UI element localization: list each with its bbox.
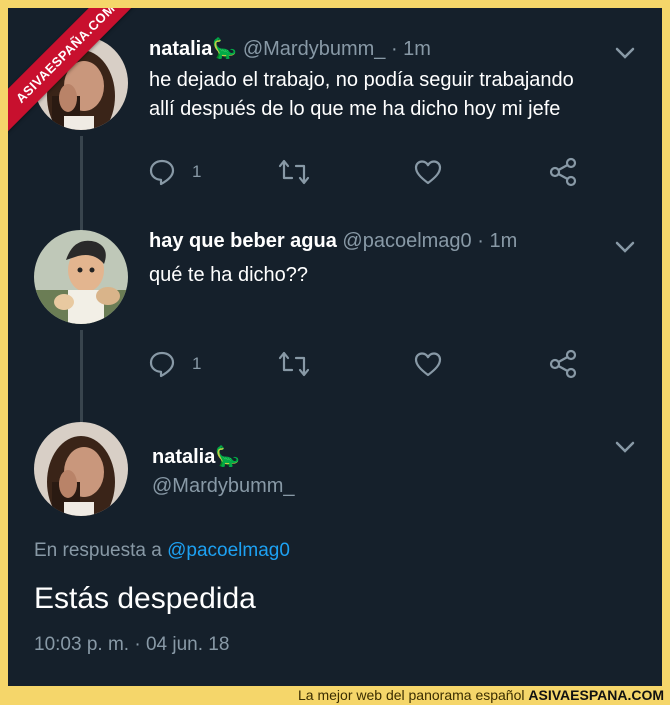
tweet-time[interactable]: · 1m: [391, 38, 431, 60]
tweet-header: hay que beber agua @pacoelmag0 · 1m: [149, 230, 517, 253]
reply-button[interactable]: 1: [148, 157, 201, 187]
thread-connector: [80, 330, 83, 426]
reply-count: 1: [192, 354, 202, 373]
footer-watermark: La mejor web del panorama español ASIVAE…: [298, 687, 664, 703]
tweet-text: qué te ha dicho??: [149, 261, 308, 290]
share-icon: [549, 157, 577, 187]
retweet-icon: [278, 351, 310, 377]
heart-icon: [414, 160, 442, 185]
like-button[interactable]: [413, 349, 443, 379]
display-name[interactable]: hay que beber agua: [149, 230, 337, 252]
share-button[interactable]: [548, 157, 578, 187]
reply-prefix: En respuesta a: [34, 540, 162, 561]
user-handle[interactable]: @Mardybumm_: [243, 38, 386, 60]
tweet-text-line: qué te ha dicho??: [149, 264, 309, 286]
focus-tweet-text: Estás despedida: [34, 582, 256, 615]
reply-count: 1: [192, 162, 202, 181]
avatar-hay-que-beber-agua[interactable]: [34, 230, 128, 324]
dinosaur-emoji-icon: 🦕: [215, 446, 241, 468]
footer-tagline: La mejor web del panorama español: [298, 687, 525, 703]
reply-icon: [149, 351, 175, 378]
user-handle[interactable]: @pacoelmag0: [342, 230, 471, 252]
tweet-text-line: he dejado el trabajo, no podía seguir tr…: [149, 69, 574, 91]
footer-brand: ASIVAESPANA.COM: [528, 687, 664, 703]
thread-connector: [80, 136, 83, 236]
focus-display-name[interactable]: natalia🦕: [152, 444, 240, 469]
tweet-thread-screenshot: natalia🦕 @Mardybumm_ · 1m he dejado el t…: [8, 8, 662, 686]
tweet-actions: 1: [148, 157, 588, 187]
tweet-text-line: allí después de lo que me ha dicho hoy m…: [149, 98, 561, 120]
share-icon: [549, 349, 577, 379]
tweet-header: natalia🦕 @Mardybumm_ · 1m: [149, 36, 431, 61]
reply-icon: [149, 159, 175, 186]
chevron-down-icon[interactable]: [614, 46, 636, 60]
like-button[interactable]: [413, 157, 443, 187]
dinosaur-emoji-icon: 🦕: [212, 38, 238, 60]
chevron-down-icon[interactable]: [614, 240, 636, 254]
reply-context: En respuesta a @pacoelmag0: [34, 540, 290, 562]
tweet-text: he dejado el trabajo, no podía seguir tr…: [149, 66, 574, 124]
retweet-button[interactable]: [278, 349, 310, 379]
chevron-down-icon[interactable]: [614, 440, 636, 454]
tweet-time[interactable]: · 1m: [477, 230, 517, 252]
reply-to-link[interactable]: @pacoelmag0: [167, 540, 290, 561]
retweet-button[interactable]: [278, 157, 310, 187]
share-button[interactable]: [548, 349, 578, 379]
retweet-icon: [278, 159, 310, 185]
focus-user-handle[interactable]: @Mardybumm_: [152, 475, 295, 498]
reply-button[interactable]: 1: [148, 349, 201, 379]
display-name[interactable]: natalia: [152, 446, 215, 468]
focus-timestamp[interactable]: 10:03 p. m. · 04 jun. 18: [34, 634, 229, 656]
tweet-actions: 1: [148, 349, 588, 379]
avatar-natalia[interactable]: [34, 422, 128, 516]
display-name[interactable]: natalia: [149, 38, 212, 60]
heart-icon: [414, 352, 442, 377]
